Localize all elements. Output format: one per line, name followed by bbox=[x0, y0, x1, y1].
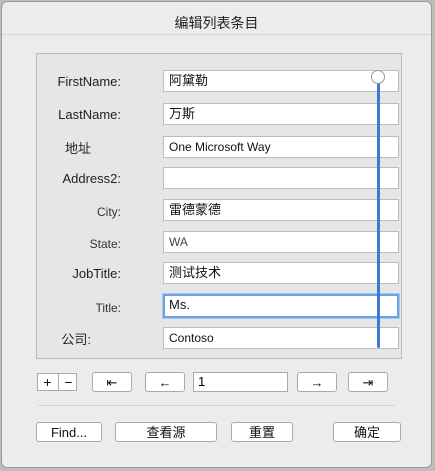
jobtitle-field[interactable]: 测试技术 bbox=[163, 262, 399, 284]
label-address2: Address2: bbox=[62, 171, 121, 186]
address2-field[interactable] bbox=[163, 167, 399, 189]
record-number-input[interactable]: 1 bbox=[193, 372, 288, 392]
footer-divider bbox=[38, 405, 395, 406]
ok-button[interactable]: 确定 bbox=[333, 422, 401, 442]
title-divider bbox=[2, 34, 431, 35]
label-city: City: bbox=[97, 205, 121, 219]
next-record-button[interactable]: → bbox=[297, 372, 337, 392]
label-state: State: bbox=[89, 237, 121, 251]
first-record-button[interactable]: ⇤ bbox=[92, 372, 132, 392]
form-panel: FirstName: 阿黛勒 LastName: 万斯 地址 One Micro… bbox=[36, 53, 402, 359]
remove-record-button[interactable]: − bbox=[58, 374, 78, 390]
add-record-button[interactable]: + bbox=[38, 374, 57, 390]
vertical-scrollbar[interactable] bbox=[377, 80, 380, 348]
label-title: Title: bbox=[95, 301, 121, 315]
label-company: 公司: bbox=[61, 332, 91, 347]
dialog-title: 编辑列表条目 bbox=[174, 15, 259, 31]
address-field[interactable]: One Microsoft Way bbox=[163, 136, 399, 158]
firstname-field[interactable]: 阿黛勒 bbox=[163, 70, 399, 92]
label-firstname: FirstName: bbox=[57, 74, 121, 89]
label-jobtitle: JobTitle: bbox=[72, 266, 121, 281]
view-source-button[interactable]: 查看源 bbox=[115, 422, 217, 442]
company-field[interactable]: Contoso bbox=[163, 327, 399, 349]
edit-list-entry-dialog: 编辑列表条目 FirstName: 阿黛勒 LastName: 万斯 地址 On… bbox=[1, 1, 432, 468]
last-record-button[interactable]: ⇥ bbox=[348, 372, 388, 392]
state-field[interactable]: WA bbox=[163, 231, 399, 253]
label-address: 地址 bbox=[64, 141, 91, 156]
reset-button[interactable]: 重置 bbox=[231, 422, 293, 442]
find-button[interactable]: Find... bbox=[36, 422, 102, 442]
title-field[interactable]: Ms. bbox=[163, 294, 399, 318]
previous-record-button[interactable]: ← bbox=[145, 372, 185, 392]
add-remove-group: + − bbox=[37, 373, 77, 391]
scrollbar-thumb[interactable] bbox=[371, 70, 385, 84]
city-field[interactable]: 雷德蒙德 bbox=[163, 199, 399, 221]
label-lastname: LastName: bbox=[58, 107, 121, 122]
lastname-field[interactable]: 万斯 bbox=[163, 103, 399, 125]
